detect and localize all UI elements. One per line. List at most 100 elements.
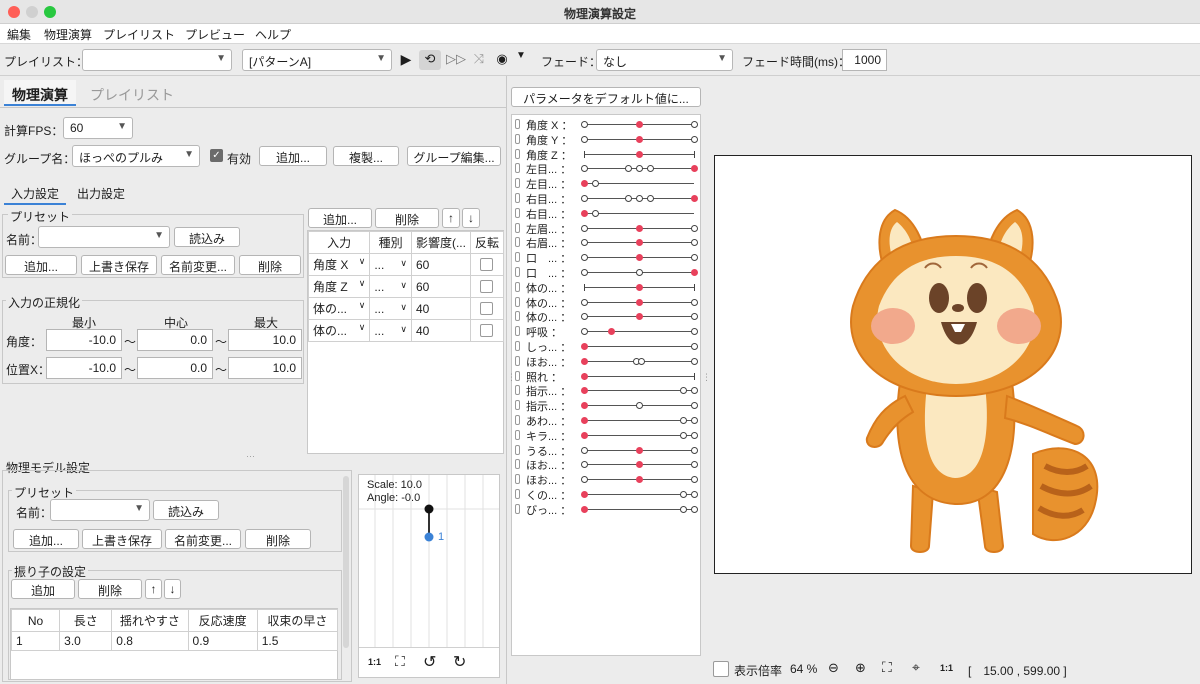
preset-rename-button[interactable]: 名前変更... (161, 255, 235, 275)
parameter-keypoint[interactable] (690, 387, 698, 395)
parameter-track[interactable] (580, 461, 698, 469)
parameter-track[interactable] (580, 417, 698, 424)
model-preset-name-select[interactable]: ▼ (50, 499, 150, 521)
parameter-row[interactable]: 角度 Y ： (512, 132, 702, 147)
record-icon[interactable]: ◉ (494, 51, 510, 67)
tab-output-settings[interactable]: 出力設定 (77, 185, 125, 202)
parameter-keypoint[interactable] (624, 165, 632, 173)
table-row[interactable]: 角度 Z ∨ ... ∨ 60 (307, 275, 505, 298)
parameter-row[interactable]: ほお... ： (512, 457, 702, 472)
parameter-keypoint[interactable] (690, 431, 698, 439)
parameter-keypoint[interactable] (690, 135, 698, 143)
parameter-keypoint[interactable] (580, 372, 588, 380)
menu-playlist[interactable]: プレイリスト (103, 26, 175, 43)
group-edit-button[interactable]: グループ編集... (407, 146, 501, 166)
parameter-track[interactable] (580, 209, 694, 217)
pattern-select[interactable]: [パターンA] ▼ (242, 49, 392, 71)
lock-icon[interactable] (515, 444, 520, 455)
parameter-keypoint[interactable] (580, 135, 588, 143)
preset-name-select[interactable]: ▼ (38, 226, 170, 248)
lock-icon[interactable] (515, 415, 520, 425)
parameter-track[interactable] (580, 254, 698, 262)
parameter-row[interactable]: 左目... ： (512, 176, 702, 191)
parameter-track[interactable] (580, 165, 698, 173)
pendulum-length[interactable]: 3.0 (59, 631, 113, 651)
group-add-button[interactable]: 追加... (259, 146, 327, 166)
lock-icon[interactable] (515, 474, 520, 485)
parameter-keypoint[interactable] (580, 239, 588, 247)
parameter-row[interactable]: 左目... ： (512, 161, 702, 176)
fps-select[interactable]: 60 ▼ (63, 117, 133, 139)
parameter-keypoint[interactable] (690, 298, 698, 306)
lock-icon[interactable] (515, 133, 520, 144)
parameter-row[interactable]: 体の... ： (512, 280, 702, 295)
group-enabled-checkbox[interactable]: ✓ (210, 149, 223, 162)
model-preset-overwrite-button[interactable]: 上書き保存 (82, 529, 162, 549)
input-add-button[interactable]: 追加... (308, 208, 372, 228)
parameter-keypoint[interactable] (635, 254, 643, 262)
parameter-keypoint[interactable] (690, 313, 698, 321)
parameter-keypoint[interactable] (580, 195, 588, 202)
model-preview-canvas[interactable] (714, 155, 1192, 574)
parameter-track[interactable] (580, 298, 698, 306)
lock-icon[interactable] (515, 459, 520, 470)
parameter-keypoint[interactable] (580, 402, 588, 410)
parameter-keypoint[interactable] (635, 269, 643, 276)
parameter-keypoint[interactable] (690, 491, 698, 498)
parameter-track[interactable] (580, 180, 694, 188)
parameter-keypoint[interactable] (635, 298, 643, 306)
parameter-track[interactable] (580, 239, 698, 247)
pendulum-speed[interactable]: 0.9 (187, 631, 258, 651)
parameter-keypoint[interactable] (690, 224, 698, 232)
parameter-row[interactable]: ほお... ： (512, 354, 702, 369)
input-influence[interactable]: 40 (410, 297, 471, 320)
parameter-track[interactable] (584, 283, 695, 291)
table-row[interactable]: 角度 X ∨ ... ∨ 60 (307, 253, 505, 276)
input-move-down-button[interactable]: ↓ (462, 208, 480, 228)
pendulum-move-up-button[interactable]: ↑ (145, 579, 162, 599)
model-scrollbar[interactable] (343, 476, 349, 648)
parameter-track[interactable] (580, 313, 698, 321)
parameter-keypoint[interactable] (635, 135, 643, 143)
preset-load-button[interactable]: 読込み (174, 227, 240, 247)
record-options-chevron-icon[interactable]: ▼ (514, 50, 528, 61)
parameter-keypoint[interactable] (679, 431, 687, 439)
parameter-keypoint[interactable] (690, 417, 698, 424)
tab-input-settings[interactable]: 入力設定 (4, 180, 66, 205)
parameter-row[interactable]: キラ... ： (512, 428, 702, 443)
pendulum-sway[interactable]: 0.8 (111, 631, 189, 651)
actual-size-button[interactable]: 1:1 (940, 663, 953, 673)
normalize-posx-min-input[interactable]: -10.0 (46, 357, 122, 379)
parameter-keypoint[interactable] (635, 313, 643, 321)
parameter-row[interactable]: 体の... ： (512, 309, 702, 324)
parameter-keypoint[interactable] (580, 298, 588, 306)
fit-to-window-icon[interactable]: ⛶ (882, 659, 892, 676)
parameter-keypoint[interactable] (580, 476, 588, 484)
invert-checkbox[interactable] (480, 324, 494, 337)
parameter-track[interactable] (580, 402, 698, 410)
lock-icon[interactable] (515, 311, 520, 322)
parameter-row[interactable]: 左眉... ： (512, 221, 702, 236)
input-delete-button[interactable]: 削除 (375, 208, 439, 228)
parameter-row[interactable]: 指示... ： (512, 398, 702, 413)
lock-icon[interactable] (515, 252, 520, 263)
parameter-keypoint[interactable] (690, 505, 698, 513)
parameter-track[interactable] (580, 343, 698, 350)
table-row[interactable]: 1 3.0 0.8 0.9 1.5 (10, 631, 339, 651)
lock-icon[interactable] (515, 281, 520, 292)
parameter-keypoint[interactable] (580, 254, 588, 262)
parameter-track[interactable] (580, 505, 698, 513)
lock-icon[interactable] (515, 163, 520, 174)
parameter-track[interactable] (580, 387, 698, 395)
table-row[interactable]: 体の... ∨ ... ∨ 40 (307, 297, 505, 320)
parameter-track[interactable] (580, 269, 698, 276)
parameter-keypoint[interactable] (580, 357, 588, 365)
parameter-track[interactable] (580, 357, 698, 365)
parameter-track[interactable] (580, 372, 695, 380)
pendulum-convergence[interactable]: 1.5 (256, 631, 339, 651)
normalize-posx-max-input[interactable]: 10.0 (228, 357, 302, 379)
parameter-keypoint[interactable] (690, 328, 698, 336)
pendulum-move-down-button[interactable]: ↓ (164, 579, 181, 599)
lock-icon[interactable] (515, 207, 520, 218)
preset-overwrite-button[interactable]: 上書き保存 (81, 255, 157, 275)
